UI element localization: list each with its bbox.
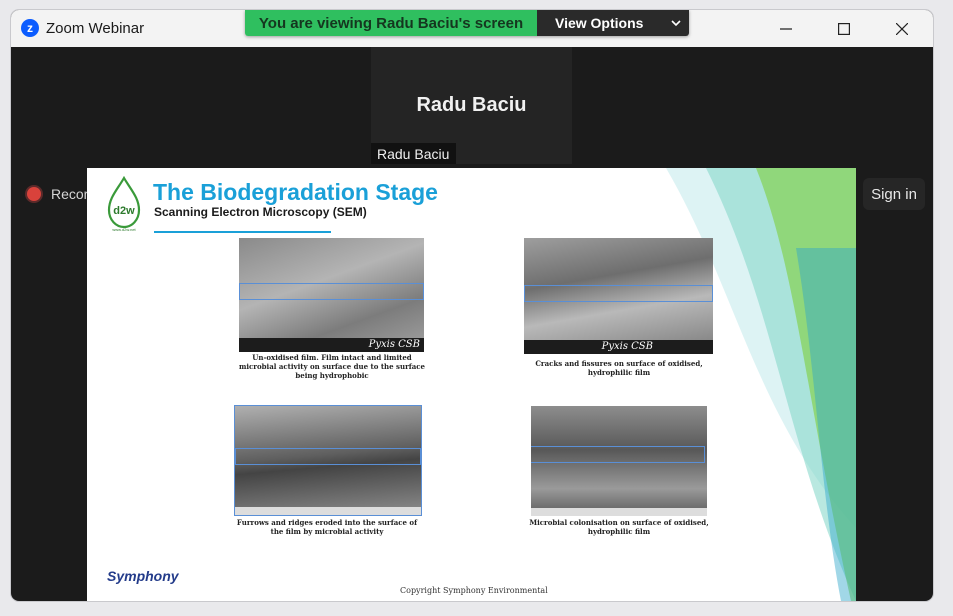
selection-highlight — [235, 448, 421, 465]
sem-image-colonisation — [531, 406, 707, 516]
screen-share-banner: You are viewing Radu Baciu's screen View… — [245, 10, 689, 36]
sem-info-bar: Pyxis CSB — [239, 338, 424, 352]
participant-video-tile[interactable]: Radu Baciu Radu Baciu — [371, 47, 572, 164]
participant-label: Radu Baciu — [371, 143, 457, 164]
recording-label: Recor — [51, 186, 89, 202]
sem-info-bar — [531, 508, 707, 516]
title-underline — [154, 231, 331, 233]
caption-furrows: Furrows and ridges eroded into the surfa… — [236, 518, 418, 536]
sem-info-bar: Pyxis CSB — [524, 340, 713, 354]
caption-colonisation: Microbial colonisation on surface of oxi… — [529, 518, 709, 536]
chevron-down-icon — [671, 19, 682, 26]
caption-cracks: Cracks and fissures on surface of oxidis… — [535, 359, 703, 377]
d2w-logo: d2w www.d2w.net — [105, 175, 143, 237]
svg-text:www.d2w.net: www.d2w.net — [112, 227, 136, 232]
recording-indicator[interactable]: Recor — [27, 186, 88, 202]
close-button[interactable] — [873, 10, 931, 47]
caption-unoxidised: Un-oxidised film. Film intact and limite… — [238, 353, 426, 380]
shared-slide: d2w www.d2w.net The Biodegradation Stage… — [87, 168, 856, 601]
participant-name: Radu Baciu — [416, 94, 527, 116]
sign-in-button[interactable]: Sign in — [863, 178, 925, 210]
symphony-logo: Symphony — [107, 568, 179, 584]
slide-subtitle: Scanning Electron Microscopy (SEM) — [154, 205, 367, 219]
viewing-screen-text: You are viewing Radu Baciu's screen — [245, 10, 537, 36]
selection-highlight — [239, 283, 424, 300]
zoom-logo-icon: z — [21, 19, 39, 37]
sem-image-unoxidised: Pyxis CSB — [239, 238, 424, 352]
minimize-button[interactable] — [757, 10, 815, 47]
minimize-icon — [780, 27, 792, 30]
sem-image-furrows — [234, 405, 422, 516]
view-options-button[interactable]: View Options — [537, 10, 689, 36]
zoom-window: z Zoom Webinar You are viewing Radu Baci… — [11, 10, 933, 601]
selection-highlight — [524, 285, 713, 302]
view-options-label: View Options — [555, 15, 644, 31]
selection-highlight — [531, 446, 705, 463]
svg-text:d2w: d2w — [113, 205, 135, 217]
slide-title: The Biodegradation Stage — [153, 179, 438, 205]
sem-image-cracks: Pyxis CSB — [524, 238, 713, 354]
decorative-swoosh — [666, 168, 856, 601]
window-title: Zoom Webinar — [46, 20, 145, 37]
copyright-text: Copyright Symphony Environmental — [400, 586, 548, 595]
close-icon — [896, 22, 908, 35]
record-icon — [27, 187, 41, 201]
maximize-icon — [838, 22, 850, 35]
sem-info-bar — [235, 507, 421, 515]
maximize-button[interactable] — [815, 10, 873, 47]
